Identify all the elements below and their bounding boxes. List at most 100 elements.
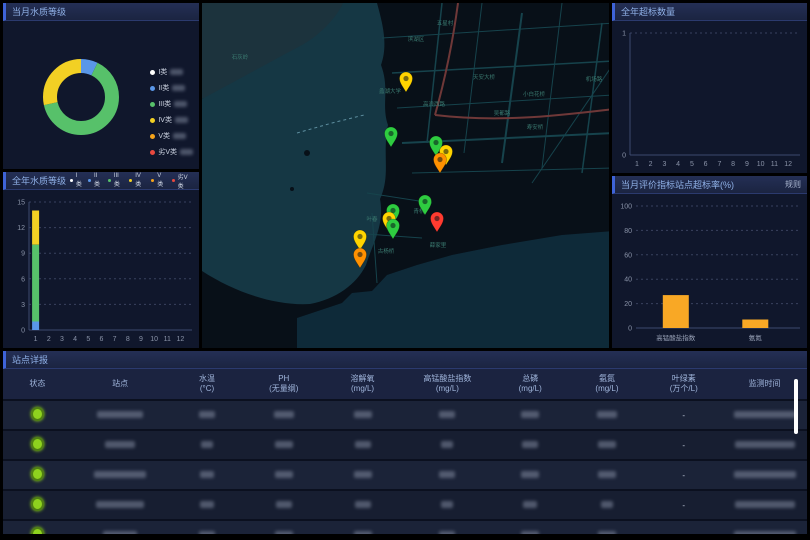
legend-item-I类[interactable]: I类 bbox=[150, 67, 193, 77]
redacted-value bbox=[521, 471, 539, 478]
station-cell bbox=[72, 460, 169, 490]
svg-text:4: 4 bbox=[73, 336, 77, 343]
stacked-bar-II类[interactable] bbox=[32, 322, 39, 331]
svg-text:12: 12 bbox=[17, 225, 25, 232]
legend-label: IV类 bbox=[135, 173, 146, 188]
status-cell bbox=[3, 430, 72, 460]
legend-item-III类[interactable]: III类 bbox=[150, 99, 193, 109]
redacted-value bbox=[199, 411, 215, 418]
map-place-label: 吴都路 bbox=[494, 109, 511, 117]
legend-value-redacted bbox=[174, 101, 187, 107]
svg-text:10: 10 bbox=[757, 161, 765, 168]
exceed-rate-svg: 020406080100 高锰酸盐指数 氨氮 bbox=[612, 194, 803, 346]
svg-text:12: 12 bbox=[177, 336, 185, 343]
svg-text:0: 0 bbox=[628, 326, 632, 333]
col-header-叶绿素: 叶绿素(万个/L) bbox=[645, 369, 722, 400]
stacked-bar-III类[interactable] bbox=[32, 245, 39, 322]
table-row[interactable]: - bbox=[3, 400, 807, 430]
svg-text:1: 1 bbox=[635, 161, 639, 168]
do-cell bbox=[322, 460, 403, 490]
legend-item-劣V类[interactable]: 劣V类 bbox=[172, 172, 193, 190]
legend-dot bbox=[150, 86, 155, 91]
svg-text:3: 3 bbox=[60, 336, 64, 343]
redacted-value bbox=[439, 531, 455, 535]
svg-text:20: 20 bbox=[624, 301, 632, 308]
redacted-value bbox=[601, 501, 613, 508]
legend-value-redacted bbox=[170, 69, 183, 75]
redacted-value bbox=[441, 501, 453, 508]
status-ok-dot bbox=[31, 527, 44, 534]
svg-text:氨氮: 氨氮 bbox=[749, 333, 763, 342]
legend-item-IV类[interactable]: IV类 bbox=[150, 115, 193, 125]
legend-item-I类[interactable]: I类 bbox=[70, 173, 83, 188]
table-row[interactable]: - bbox=[3, 490, 807, 520]
redacted-value bbox=[521, 411, 539, 418]
temp-cell bbox=[169, 460, 246, 490]
col-header-高锰酸盐指数: 高锰酸盐指数(mg/L) bbox=[403, 369, 492, 400]
col-header-水温: 水温(°C) bbox=[169, 369, 246, 400]
redacted-value bbox=[523, 501, 537, 508]
donut-legend: I类 II类 III类 IV类 V类 劣V类 bbox=[150, 67, 193, 157]
map-place-label: 蠡湖大学 bbox=[379, 87, 402, 95]
legend-label: I类 bbox=[158, 67, 167, 77]
nh3n-cell bbox=[569, 400, 646, 430]
legend-value-redacted bbox=[175, 117, 188, 123]
table-row[interactable]: - bbox=[3, 430, 807, 460]
legend-item-II类[interactable]: II类 bbox=[88, 173, 103, 188]
rate-bar-高锰酸盐指数[interactable] bbox=[663, 295, 689, 328]
redacted-value bbox=[96, 501, 144, 508]
redacted-value bbox=[522, 441, 538, 448]
codmn-cell bbox=[403, 460, 492, 490]
svg-text:3: 3 bbox=[662, 161, 666, 168]
table-header-row: 状态站点水温(°C)PH(无量纲)溶解氧(mg/L)高锰酸盐指数(mg/L)总磷… bbox=[3, 369, 807, 400]
legend-item-V类[interactable]: V类 bbox=[151, 173, 166, 188]
status-cell bbox=[3, 460, 72, 490]
ph-cell bbox=[245, 460, 322, 490]
status-ok-dot bbox=[31, 437, 44, 451]
redacted-value bbox=[598, 531, 616, 535]
tp-cell bbox=[492, 460, 569, 490]
map-place-label: 小白花桥 bbox=[523, 90, 546, 98]
chlorophyll-cell: - bbox=[645, 430, 722, 460]
svg-text:6: 6 bbox=[21, 276, 25, 283]
city-map[interactable]: 石灰岭五星村滨湖区蠡湖大学天安大桥机场路小白花桥高浪西路吴都路寿安桥青桥叶春古杨… bbox=[202, 3, 609, 348]
panel-year-quality: 全年水质等级 I类 II类 III类 IV类 V类 劣V类 03691215 1… bbox=[3, 172, 199, 348]
table-row[interactable]: - bbox=[3, 520, 807, 534]
legend-item-V类[interactable]: V类 bbox=[150, 131, 193, 141]
station-cell bbox=[72, 430, 169, 460]
tp-cell bbox=[492, 400, 569, 430]
legend-item-劣V类[interactable]: 劣V类 bbox=[150, 147, 193, 157]
redacted-value bbox=[276, 501, 292, 508]
legend-item-II类[interactable]: II类 bbox=[150, 83, 193, 93]
time-cell bbox=[722, 430, 807, 460]
col-header-溶解氧: 溶解氧(mg/L) bbox=[322, 369, 403, 400]
panel-title: 当月水质等级 bbox=[12, 5, 66, 18]
svg-text:5: 5 bbox=[86, 336, 90, 343]
redacted-value bbox=[200, 471, 214, 478]
rules-link[interactable]: 规则 bbox=[785, 179, 801, 190]
status-cell bbox=[3, 400, 72, 430]
legend-dot bbox=[172, 179, 175, 182]
stacked-bar-IV类[interactable] bbox=[32, 211, 39, 245]
table-row[interactable]: - bbox=[3, 460, 807, 490]
ph-cell bbox=[245, 520, 322, 534]
redacted-value bbox=[735, 501, 795, 508]
dashboard: 当月水质等级 I类 II类 III类 IV类 V类 bbox=[0, 0, 810, 540]
legend-item-III类[interactable]: III类 bbox=[108, 173, 124, 188]
temp-cell bbox=[169, 400, 246, 430]
nh3n-cell bbox=[569, 460, 646, 490]
legend-item-IV类[interactable]: IV类 bbox=[129, 173, 146, 188]
panel-year-exceed: 全年超标数量 1 0 123456789101112 bbox=[612, 3, 807, 173]
legend-dot bbox=[150, 134, 155, 139]
time-cell bbox=[722, 460, 807, 490]
table-scrollbar[interactable] bbox=[794, 379, 798, 434]
redacted-value bbox=[598, 471, 616, 478]
ph-cell bbox=[245, 490, 322, 520]
month-quality-body: I类 II类 III类 IV类 V类 劣V类 bbox=[3, 21, 199, 169]
rate-bar-氨氮[interactable] bbox=[742, 320, 768, 329]
svg-text:11: 11 bbox=[771, 161, 778, 168]
map-panel[interactable]: 石灰岭五星村滨湖区蠡湖大学天安大桥机场路小白花桥高浪西路吴都路寿安桥青桥叶春古杨… bbox=[202, 3, 609, 348]
map-place-label: 古杨桥 bbox=[378, 247, 395, 255]
right-column: 全年超标数量 1 0 123456789101112 当月评价指标站点超标率(%… bbox=[612, 3, 807, 348]
legend-dot bbox=[70, 179, 73, 182]
